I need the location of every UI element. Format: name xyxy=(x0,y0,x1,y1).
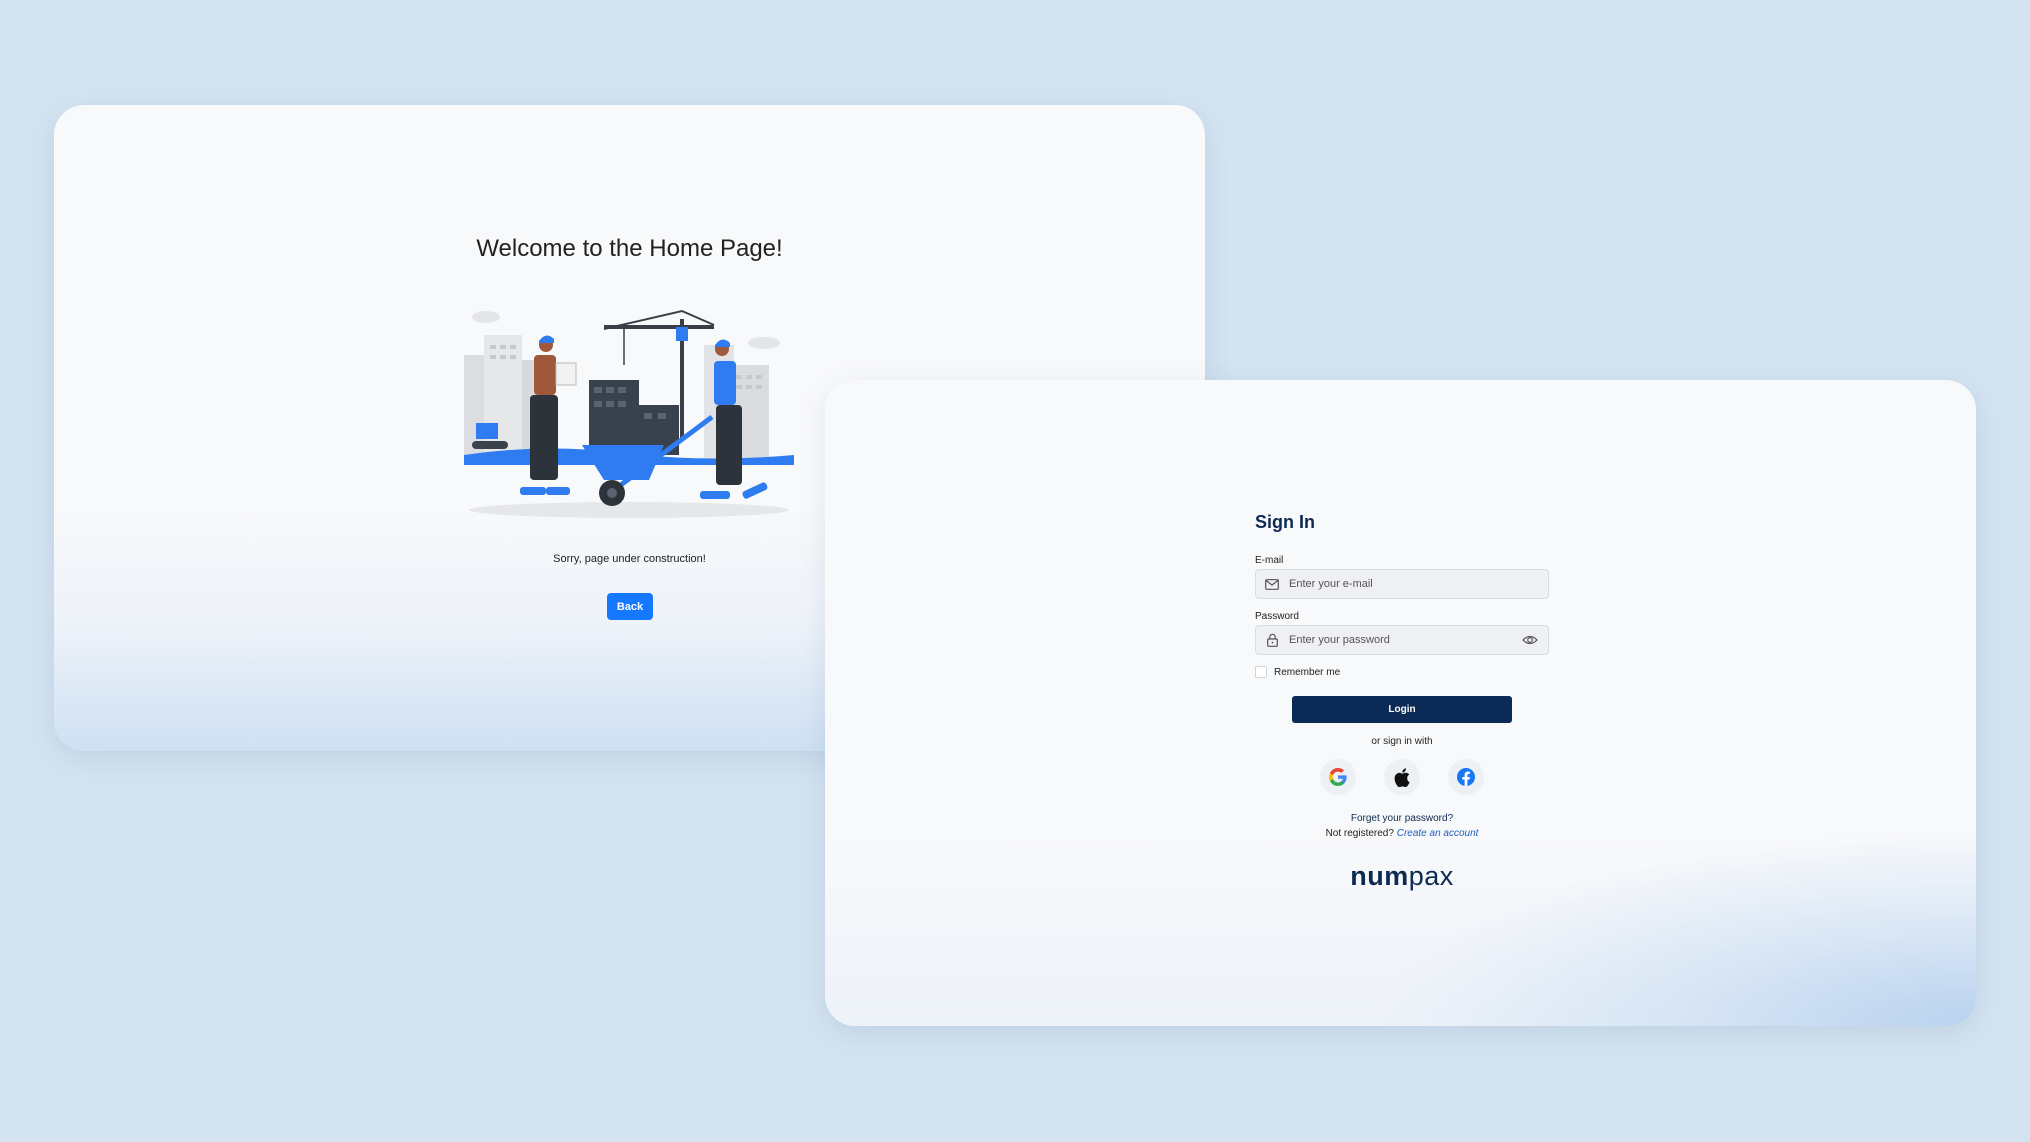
back-button[interactable]: Back xyxy=(607,593,653,620)
facebook-login-button[interactable] xyxy=(1448,759,1484,795)
lock-icon xyxy=(1265,633,1279,647)
password-label: Password xyxy=(1255,611,1299,622)
apple-icon xyxy=(1394,767,1410,787)
facebook-icon xyxy=(1457,768,1475,786)
construction-workers-illustration xyxy=(464,309,794,518)
email-label: E-mail xyxy=(1255,555,1284,566)
not-registered-text: Not registered? xyxy=(1325,828,1394,839)
mail-icon xyxy=(1265,577,1279,591)
google-icon xyxy=(1329,768,1347,786)
remember-checkbox[interactable] xyxy=(1255,666,1267,678)
signin-panel: Sign In E-mail Password Remember me Logi… xyxy=(825,380,1976,1026)
email-field[interactable] xyxy=(1255,569,1549,599)
create-account-link[interactable]: Create an account xyxy=(1397,828,1479,839)
or-sign-in-text: or sign in with xyxy=(1371,736,1433,747)
page-title: Welcome to the Home Page! xyxy=(476,235,783,262)
email-input[interactable] xyxy=(1287,577,1548,591)
password-field[interactable] xyxy=(1255,625,1549,655)
login-button[interactable]: Login xyxy=(1292,696,1512,723)
google-login-button[interactable] xyxy=(1320,759,1356,795)
brand-light: pax xyxy=(1408,861,1454,891)
signin-title: Sign In xyxy=(1255,512,1315,532)
remember-me[interactable]: Remember me xyxy=(1255,666,1549,678)
password-input[interactable] xyxy=(1287,633,1548,647)
not-registered-line: Not registered? Create an account xyxy=(1255,828,1549,839)
forgot-password-link[interactable]: Forget your password? xyxy=(1255,813,1549,824)
remember-label: Remember me xyxy=(1274,666,1341,678)
social-login-group xyxy=(1255,759,1549,795)
apple-login-button[interactable] xyxy=(1384,759,1420,795)
signin-form: Sign In E-mail Password Remember me Logi… xyxy=(1255,512,1549,892)
show-password-icon[interactable] xyxy=(1522,633,1538,647)
numpax-logo: numpax xyxy=(1255,861,1549,892)
brand-bold: num xyxy=(1350,861,1409,891)
